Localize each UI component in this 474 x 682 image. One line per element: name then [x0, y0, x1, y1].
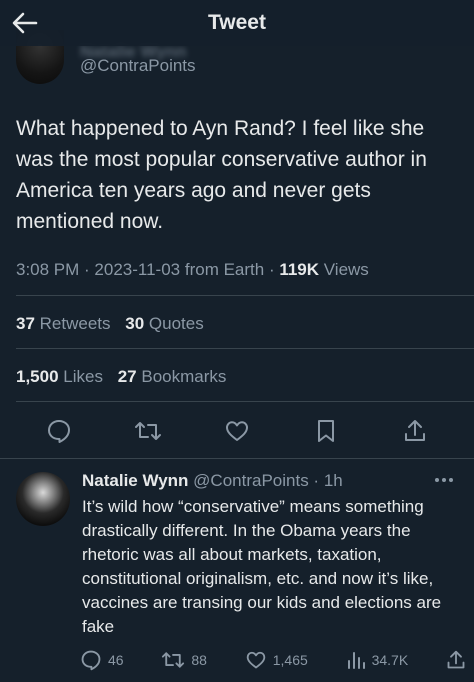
- bookmark-button[interactable]: [308, 413, 344, 449]
- reply-replies-count: 46: [108, 652, 124, 668]
- reply-header: Natalie Wynn @ContraPoints · 1h: [82, 471, 343, 490]
- reply-actions: 46 88 1,465 34.7K: [80, 648, 466, 672]
- tweet-source: from Earth: [184, 260, 265, 279]
- more-icon: [434, 477, 454, 483]
- bookmark-icon: [315, 418, 337, 444]
- tweet-actions: [0, 409, 474, 453]
- retweet-icon: [161, 649, 185, 671]
- reply-button[interactable]: [41, 413, 77, 449]
- top-bar: Tweet: [0, 0, 474, 46]
- retweets-stat[interactable]: 37 Retweets: [16, 314, 111, 333]
- divider: [0, 458, 474, 459]
- reply-icon: [46, 418, 72, 444]
- reply-icon: [80, 649, 102, 671]
- reply-retweet-button[interactable]: 88: [161, 649, 207, 671]
- divider: [16, 348, 474, 349]
- reply-text: It’s wild how “conservative” means somet…: [82, 497, 442, 636]
- share-icon: [403, 418, 427, 444]
- retweet-icon: [134, 418, 162, 444]
- like-icon: [224, 419, 250, 443]
- views-icon: [346, 650, 366, 670]
- reply-likes-count: 1,465: [272, 652, 308, 668]
- bookmarks-stat[interactable]: 27 Bookmarks: [118, 367, 227, 386]
- retweet-button[interactable]: [130, 413, 166, 449]
- like-icon: [245, 650, 267, 670]
- tweet-text: What happened to Ayn Rand? I feel like s…: [16, 117, 427, 233]
- tweet-detail-screen: Tweet Natalie Wynn @ContraPoints What ha…: [0, 0, 474, 682]
- share-icon: [446, 649, 466, 671]
- tweet-time[interactable]: 3:08 PM: [16, 260, 79, 279]
- reply-author-handle[interactable]: @ContraPoints: [193, 471, 309, 490]
- reply-tweet[interactable]: Natalie Wynn @ContraPoints · 1h It’s wil…: [0, 464, 474, 682]
- share-button[interactable]: [397, 413, 433, 449]
- reply-views-button[interactable]: 34.7K: [346, 650, 409, 670]
- likes-stat[interactable]: 1,500 Likes: [16, 367, 103, 386]
- reply-author-name[interactable]: Natalie Wynn: [82, 471, 188, 490]
- views-count: 119K: [279, 260, 320, 279]
- reply-retweets-count: 88: [191, 652, 207, 668]
- reply-share-button[interactable]: [446, 649, 466, 671]
- like-bookmark-stats: 1,500 Likes 27 Bookmarks: [16, 367, 226, 387]
- reply-like-button[interactable]: 1,465: [245, 650, 308, 670]
- like-button[interactable]: [219, 413, 255, 449]
- page-title: Tweet: [208, 11, 266, 34]
- more-options-button[interactable]: [432, 470, 456, 490]
- views-label: Views: [323, 260, 369, 279]
- author-handle[interactable]: @ContraPoints: [80, 56, 196, 76]
- tweet-meta: 3:08 PM · 2023-11-03 from Earth · 119K V…: [16, 260, 369, 279]
- quotes-stat[interactable]: 30 Quotes: [125, 314, 203, 333]
- reply-timestamp[interactable]: 1h: [324, 471, 343, 490]
- reply-reply-button[interactable]: 46: [80, 649, 124, 671]
- retweet-quote-stats: 37 Retweets 30 Quotes: [16, 314, 204, 334]
- avatar[interactable]: [16, 472, 70, 526]
- reply-views-count: 34.7K: [371, 652, 409, 668]
- divider: [16, 295, 474, 296]
- tweet-date[interactable]: 2023-11-03: [94, 260, 180, 279]
- divider: [16, 401, 474, 402]
